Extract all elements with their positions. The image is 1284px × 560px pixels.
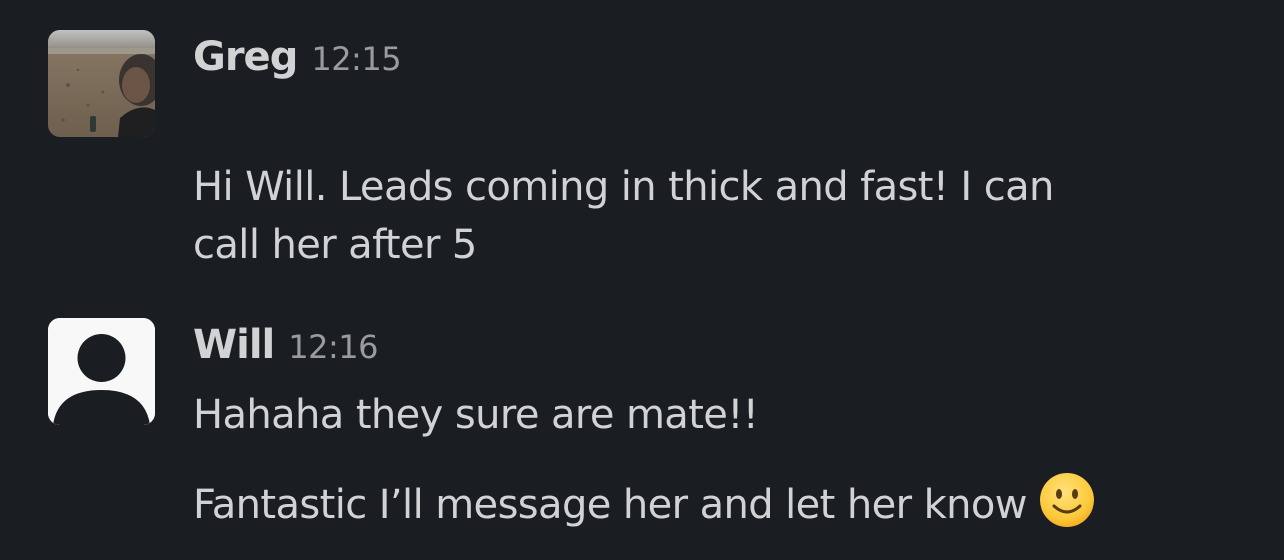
sender-name[interactable]: Will (193, 322, 275, 368)
avatar-will[interactable] (48, 318, 155, 425)
message-text: Fantastic I’ll message her and let her k… (193, 472, 1095, 534)
beach-photo-avatar-icon (48, 30, 155, 137)
slightly-smiling-face-icon (1039, 473, 1094, 527)
message-header: Will 12:16 (193, 322, 378, 368)
message-text: Hi Will. Leads coming in thick and fast!… (193, 158, 1054, 274)
message-line: Fantastic I’ll message her and let her k… (193, 482, 1028, 528)
message-header: Greg 12:15 (193, 34, 402, 80)
sender-name[interactable]: Greg (193, 34, 298, 80)
avatar-greg[interactable] (48, 30, 155, 137)
message-text: Hahaha they sure are mate!! (193, 386, 759, 444)
message-line: call her after 5 (193, 222, 477, 268)
timestamp[interactable]: 12:15 (311, 40, 401, 78)
message-greg: Greg 12:15 Hi Will. Leads coming in thick… (0, 0, 1284, 300)
message-line: Hi Will. Leads coming in thick and fast!… (193, 164, 1054, 210)
message-line: Hahaha they sure are mate!! (193, 392, 759, 438)
timestamp[interactable]: 12:16 (288, 328, 378, 366)
message-will: Will 12:16 Hahaha they sure are mate!! Fa… (0, 300, 1284, 560)
default-user-avatar-icon (48, 318, 155, 425)
